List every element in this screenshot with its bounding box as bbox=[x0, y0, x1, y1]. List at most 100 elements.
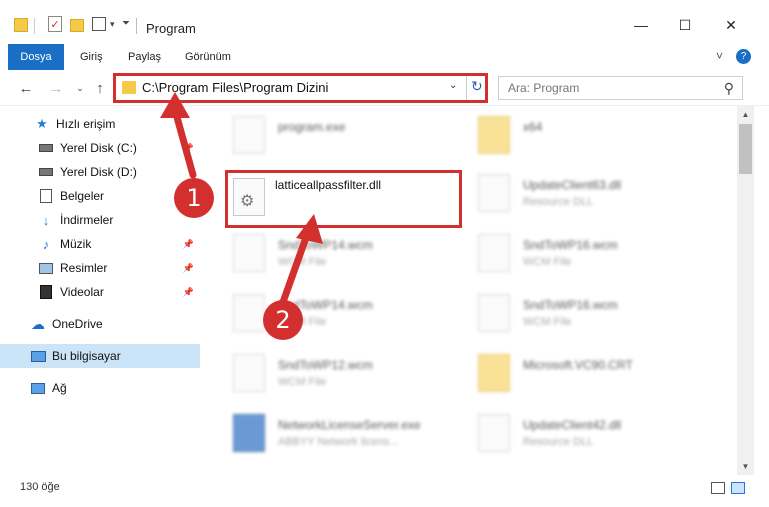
list-item[interactable]: Microsoft.VC90.CRT bbox=[478, 350, 718, 402]
title-bar: ✓ ▾ ⏷ Program — ☐ ✕ bbox=[0, 0, 769, 44]
list-item[interactable]: SndToWP14.wcm WCM File bbox=[233, 230, 473, 282]
downloads-icon: ↓ bbox=[42, 212, 50, 228]
sidebar-item-downloads[interactable]: ↓ İndirmeler bbox=[0, 208, 200, 232]
address-row: ← → ⌄ ↑ C:\Program Files\Program Dizini … bbox=[0, 70, 769, 106]
file-icon bbox=[233, 294, 265, 332]
videos-icon bbox=[38, 284, 54, 300]
documents-icon bbox=[38, 188, 54, 204]
sidebar-item-pictures[interactable]: Resimler 📌 bbox=[0, 256, 200, 280]
sidebar-item-this-pc[interactable]: Bu bilgisayar bbox=[0, 344, 200, 368]
minimize-button[interactable]: — bbox=[626, 14, 656, 36]
search-input[interactable]: Ara: Program ⚲ bbox=[498, 76, 743, 100]
search-icon[interactable]: ⚲ bbox=[724, 80, 734, 97]
sidebar-item-label: Yerel Disk (C:) bbox=[60, 141, 137, 155]
window-title: Program bbox=[146, 21, 196, 36]
highlighted-file[interactable]: ⚙ latticeallpassfilter.dll bbox=[225, 170, 462, 228]
list-item[interactable]: SndToWP16.wcm WCM File bbox=[478, 290, 718, 342]
network-icon bbox=[30, 380, 46, 396]
refresh-icon[interactable]: ↻ bbox=[471, 78, 483, 95]
tab-view[interactable]: Görünüm bbox=[171, 44, 245, 70]
list-item[interactable]: NetworkLicenseServer.exe ABBYY Network l… bbox=[233, 410, 473, 462]
exe-icon bbox=[233, 116, 265, 154]
address-path[interactable]: C:\Program Files\Program Dizini bbox=[142, 80, 328, 95]
new-folder-icon[interactable] bbox=[70, 19, 84, 32]
address-bar[interactable]: C:\Program Files\Program Dizini ⌄ ↻ bbox=[113, 73, 488, 103]
file-icon bbox=[233, 234, 265, 272]
pictures-icon bbox=[38, 260, 54, 276]
sidebar-item-label: Bu bilgisayar bbox=[52, 349, 121, 363]
help-icon[interactable]: ? bbox=[736, 49, 751, 64]
sidebar-item-label: İndirmeler bbox=[60, 213, 114, 227]
sidebar-item-label: Hızlı erişim bbox=[56, 117, 116, 131]
list-item[interactable]: SndToWP16.wcm WCM File bbox=[478, 230, 718, 282]
step-1-badge: 1 bbox=[174, 178, 214, 218]
folder-icon[interactable] bbox=[14, 18, 28, 32]
sidebar-item-label: Videolar bbox=[60, 285, 104, 299]
sidebar-item-network[interactable]: Ağ bbox=[0, 376, 200, 400]
sidebar-item-label: OneDrive bbox=[52, 317, 103, 331]
file-icon bbox=[233, 354, 265, 392]
sidebar-item-quick-access[interactable]: ★ Hızlı erişim bbox=[0, 112, 200, 136]
star-icon: ★ bbox=[36, 116, 48, 131]
search-placeholder: Ara: Program bbox=[508, 81, 580, 95]
scrollbar-thumb[interactable] bbox=[739, 124, 752, 174]
sidebar-item-label: Yerel Disk (D:) bbox=[60, 165, 137, 179]
divider bbox=[136, 18, 137, 34]
sidebar-item-documents[interactable]: Belgeler bbox=[0, 184, 200, 208]
view-options-icon[interactable] bbox=[92, 17, 106, 31]
status-bar: 130 öğe bbox=[0, 475, 769, 507]
scroll-up-icon[interactable]: ▲ bbox=[737, 106, 754, 123]
properties-icon[interactable]: ✓ bbox=[48, 16, 62, 32]
drive-icon bbox=[38, 164, 54, 180]
tab-home[interactable]: Giriş bbox=[66, 44, 117, 70]
pin-icon: 📌 bbox=[182, 286, 194, 297]
folder-icon bbox=[478, 116, 510, 154]
file-list: program.exe x64 ⚙ latticeallpassfilter.d… bbox=[205, 106, 737, 475]
chevron-down-icon[interactable]: ⌄ bbox=[449, 80, 457, 91]
dll-gear-icon: ⚙ bbox=[233, 178, 265, 216]
chevron-down-icon[interactable]: ▾ bbox=[110, 19, 115, 37]
collapse-ribbon-icon[interactable]: ˅ bbox=[716, 49, 723, 63]
sidebar-item-videos[interactable]: Videolar 📌 bbox=[0, 280, 200, 304]
list-item[interactable]: program.exe bbox=[233, 112, 473, 164]
divider bbox=[466, 76, 467, 100]
sidebar-item-label: Resimler bbox=[60, 261, 108, 275]
large-icons-view-icon[interactable] bbox=[731, 482, 745, 494]
list-item[interactable]: UpdateClient63.dll Resource DLL bbox=[478, 170, 718, 222]
navigation-pane: ★ Hızlı erişim Yerel Disk (C:) 📌 Yerel D… bbox=[0, 106, 205, 475]
music-icon: ♪ bbox=[42, 236, 50, 252]
ribbon-tabs: Dosya Giriş Paylaş Görünüm ˅ ? bbox=[0, 44, 769, 96]
sidebar-item-label: Belgeler bbox=[60, 189, 105, 203]
folder-icon bbox=[478, 354, 510, 392]
close-button[interactable]: ✕ bbox=[716, 14, 746, 36]
cloud-icon: ☁ bbox=[31, 315, 45, 332]
list-item[interactable]: UpdateClient42.dll Resource DLL bbox=[478, 410, 718, 462]
customize-toolbar-icon[interactable]: ⏷ bbox=[122, 18, 130, 36]
forward-icon[interactable]: → bbox=[46, 78, 66, 98]
dll-icon bbox=[478, 174, 510, 212]
divider bbox=[34, 18, 35, 34]
list-item[interactable]: SndToWP12.wcm WCM File bbox=[233, 350, 473, 402]
item-count: 130 öğe bbox=[20, 481, 60, 493]
up-icon[interactable]: ↑ bbox=[90, 78, 110, 98]
pin-icon: 📌 bbox=[182, 262, 194, 273]
pin-icon: 📌 bbox=[182, 142, 194, 153]
dll-icon bbox=[478, 414, 510, 452]
exe-icon bbox=[233, 414, 265, 452]
scroll-down-icon[interactable]: ▼ bbox=[737, 458, 754, 475]
tab-share[interactable]: Paylaş bbox=[114, 44, 175, 70]
vertical-scrollbar[interactable]: ▲ ▼ bbox=[737, 106, 754, 475]
recent-locations-icon[interactable]: ⌄ bbox=[70, 78, 90, 98]
details-view-icon[interactable] bbox=[711, 482, 725, 494]
back-icon[interactable]: ← bbox=[16, 78, 36, 98]
file-icon bbox=[478, 294, 510, 332]
sidebar-item-onedrive[interactable]: ☁ OneDrive bbox=[0, 312, 200, 336]
list-item[interactable]: x64 bbox=[478, 112, 718, 164]
maximize-button[interactable]: ☐ bbox=[670, 14, 700, 36]
sidebar-item-label: Müzik bbox=[60, 237, 92, 251]
sidebar-item-music[interactable]: ♪ Müzik 📌 bbox=[0, 232, 200, 256]
sidebar-item-disk-c[interactable]: Yerel Disk (C:) 📌 bbox=[0, 136, 200, 160]
sidebar-item-disk-d[interactable]: Yerel Disk (D:) bbox=[0, 160, 200, 184]
computer-icon bbox=[30, 348, 46, 364]
pin-icon: 📌 bbox=[182, 238, 194, 249]
